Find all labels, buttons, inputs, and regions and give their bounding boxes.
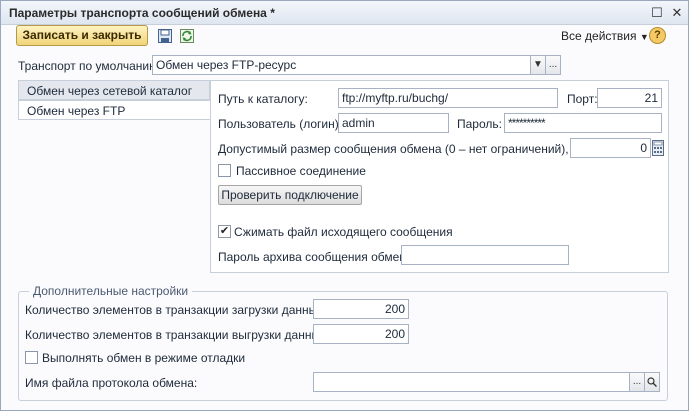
close-icon[interactable]: ✕ bbox=[669, 5, 685, 21]
chevron-down-icon: ▼ bbox=[639, 32, 649, 42]
transport-label: Транспорт по умолчанию: bbox=[18, 59, 162, 73]
passive-checkbox[interactable] bbox=[218, 164, 231, 177]
port-label: Порт: bbox=[567, 92, 598, 106]
user-field[interactable]: admin bbox=[338, 113, 449, 133]
tab-network-folder[interactable]: Обмен через сетевой каталог bbox=[18, 80, 210, 100]
title-bar: Параметры транспорта сообщений обмена * … bbox=[1, 1, 688, 25]
archive-password-field[interactable] bbox=[401, 245, 569, 265]
max-size-label: Допустимый размер сообщения обмена (0 – … bbox=[218, 142, 596, 156]
maximize-icon[interactable]: ☐ bbox=[649, 5, 665, 21]
dropdown-arrow-icon[interactable]: ▼ bbox=[530, 55, 546, 75]
all-actions-menu[interactable]: Все действия ▼ bbox=[561, 29, 649, 43]
open-file-button[interactable] bbox=[644, 372, 660, 392]
load-count-label: Количество элементов в транзакции загруз… bbox=[25, 303, 327, 317]
compress-label: Сжимать файл исходящего сообщения bbox=[234, 225, 453, 239]
save-icon[interactable] bbox=[157, 28, 173, 44]
additional-settings-title: Дополнительные настройки bbox=[29, 284, 193, 298]
log-file-field[interactable] bbox=[313, 372, 630, 392]
user-label: Пользователь (логин): bbox=[218, 117, 343, 131]
password-field[interactable]: ********** bbox=[504, 113, 662, 133]
browse-ellipsis-button[interactable]: ... bbox=[629, 372, 645, 392]
calculator-icon[interactable] bbox=[652, 140, 668, 156]
tabs-list: Обмен через сетевой каталог Обмен через … bbox=[18, 80, 210, 122]
check-connection-button[interactable]: Проверить подключение bbox=[218, 185, 362, 205]
debug-checkbox[interactable] bbox=[25, 351, 38, 364]
save-and-close-button[interactable]: Записать и закрыть bbox=[16, 25, 148, 46]
window-title: Параметры транспорта сообщений обмена * bbox=[9, 6, 275, 20]
debug-label: Выполнять обмен в режиме отладки bbox=[42, 351, 246, 365]
ellipsis-button[interactable]: ... bbox=[545, 55, 561, 75]
refresh-icon[interactable] bbox=[179, 28, 195, 44]
port-field[interactable]: 21 bbox=[597, 88, 662, 108]
password-label: Пароль: bbox=[457, 117, 502, 131]
help-button[interactable]: ? bbox=[649, 27, 666, 44]
unload-count-field[interactable]: 200 bbox=[313, 324, 409, 344]
load-count-field[interactable]: 200 bbox=[313, 299, 409, 319]
path-field[interactable]: ftp://myftp.ru/buchg/ bbox=[338, 88, 558, 108]
settings-window: Параметры транспорта сообщений обмена * … bbox=[0, 0, 689, 411]
tab-ftp[interactable]: Обмен через FTP bbox=[18, 100, 210, 120]
path-label: Путь к каталогу: bbox=[218, 92, 308, 106]
log-file-label: Имя файла протокола обмена: bbox=[25, 376, 198, 390]
unload-count-label: Количество элементов в транзакции выгруз… bbox=[25, 328, 330, 342]
search-icon bbox=[647, 377, 657, 390]
compress-checkbox[interactable]: ✔ bbox=[218, 225, 231, 238]
transport-select[interactable]: Обмен через FTP-ресурс bbox=[152, 55, 531, 75]
passive-label: Пассивное соединение bbox=[236, 164, 366, 178]
all-actions-label: Все действия bbox=[561, 29, 637, 43]
archive-password-label: Пароль архива сообщения обмена: bbox=[218, 250, 416, 264]
max-size-field[interactable]: 0 bbox=[570, 138, 651, 158]
